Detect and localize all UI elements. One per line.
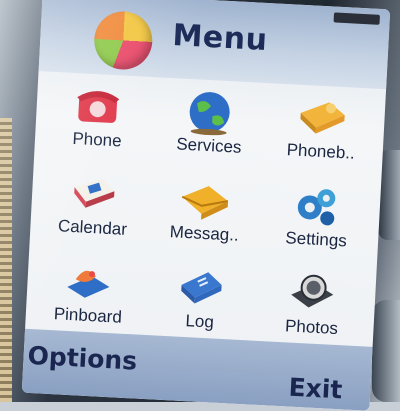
phone-screen: Menu Phone Services Phoneb.. Calendar Me… (21, 0, 391, 411)
phone-icon (77, 91, 120, 123)
battery-indicator (333, 12, 380, 25)
menu-item-phonebook[interactable]: Phoneb.. (263, 87, 379, 181)
camera-icon (291, 274, 334, 308)
options-softkey[interactable]: Options (27, 341, 138, 376)
menu-item-calendar[interactable]: Calendar (35, 163, 151, 257)
gears-icon (297, 189, 336, 226)
navigation-key[interactable] (372, 300, 400, 402)
menu-icon (92, 9, 154, 71)
page-title: Menu (171, 18, 269, 58)
exit-softkey[interactable]: Exit (288, 373, 343, 405)
log-book-icon (181, 272, 222, 304)
pinboard-icon (67, 270, 110, 298)
menu-header: Menu (38, 0, 391, 90)
envelope-icon (181, 186, 229, 220)
calendar-icon (74, 178, 115, 208)
menu-item-services[interactable]: Services (152, 81, 268, 175)
menu-item-settings[interactable]: Settings (259, 175, 375, 269)
menu-grid: Phone Services Phoneb.. Calendar Messag.… (31, 75, 380, 354)
globe-icon (189, 92, 230, 136)
speaker-grille (0, 118, 12, 402)
menu-item-phone[interactable]: Phone (40, 75, 156, 169)
menu-item-messages[interactable]: Messag.. (147, 169, 263, 263)
phonebook-icon (300, 102, 345, 134)
